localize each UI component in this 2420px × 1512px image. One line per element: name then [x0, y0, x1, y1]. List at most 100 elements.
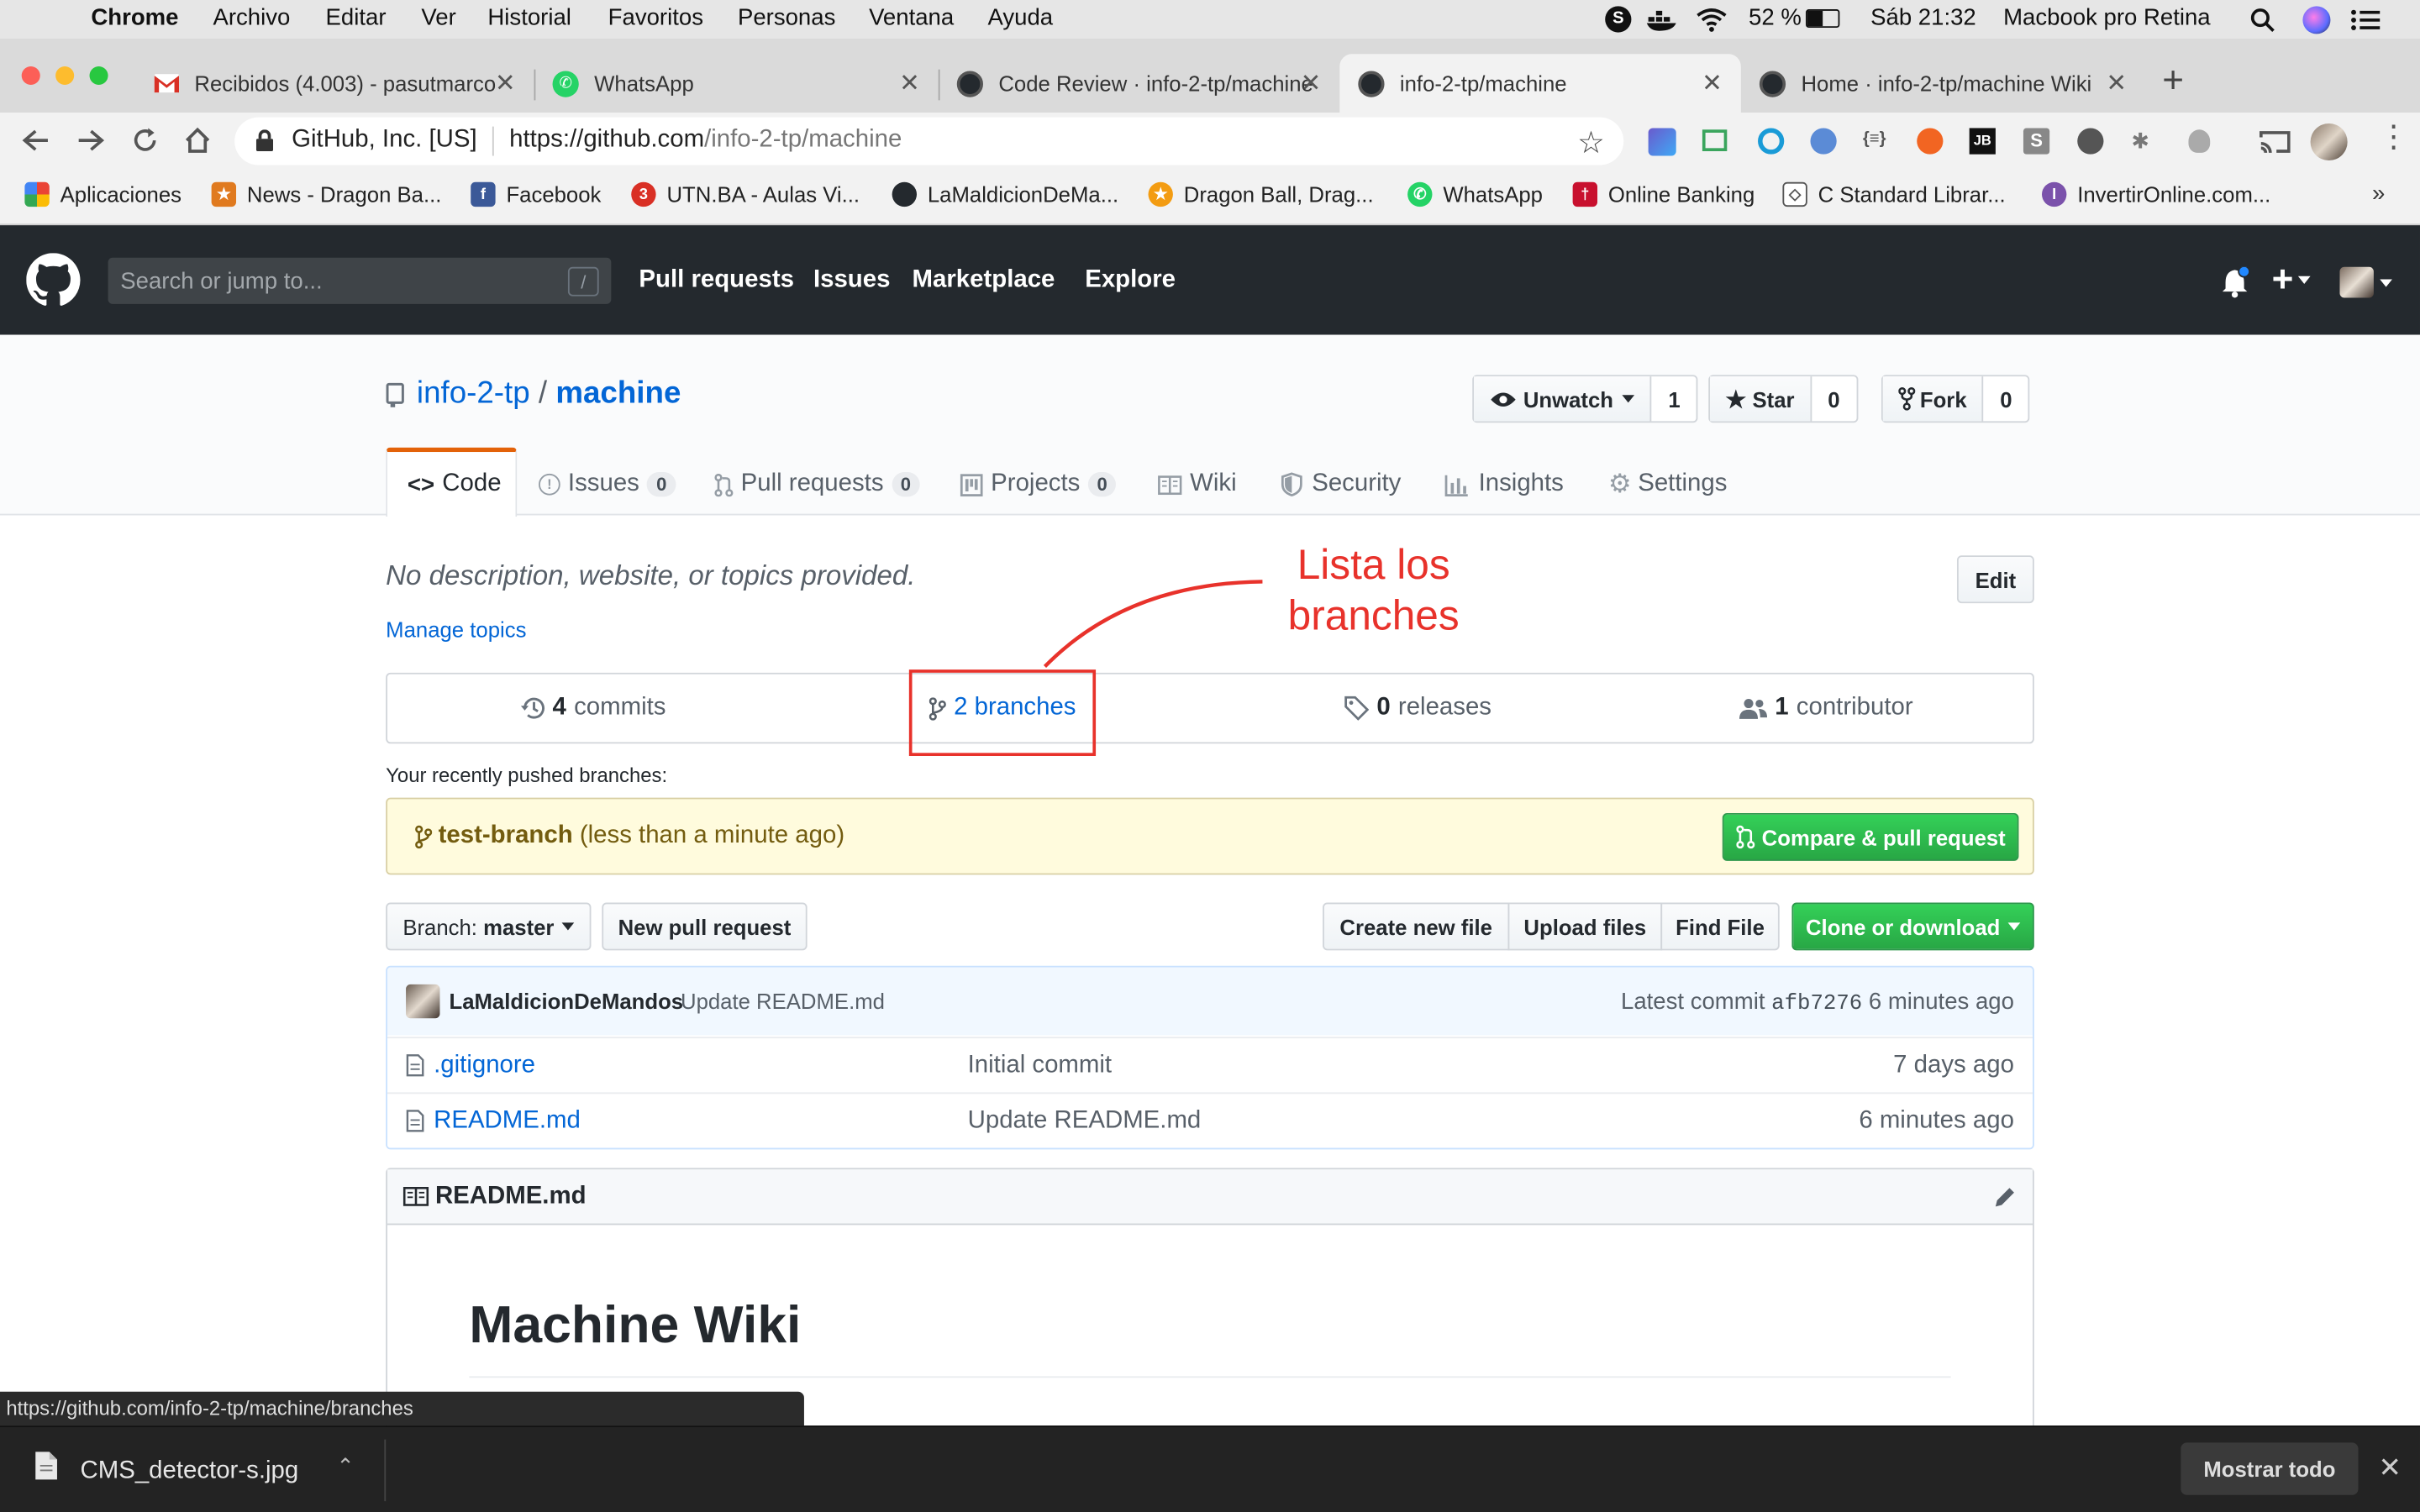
forks-count[interactable]: 0 [1984, 376, 2028, 421]
clone-download-button[interactable]: Clone or download [1791, 902, 2034, 951]
chrome-menu-icon[interactable]: ⋮ [2378, 122, 2409, 153]
menu-editar[interactable]: Editar [326, 5, 387, 31]
notifications-bell-icon[interactable] [2219, 266, 2250, 298]
menubar-clock[interactable]: Sáb 21:32 [1870, 5, 1976, 31]
window-minimize-icon[interactable] [55, 66, 75, 86]
spotlight-search-icon[interactable] [2250, 8, 2275, 33]
bookmarks-overflow-icon[interactable]: » [2372, 181, 2385, 207]
upload-files-button[interactable]: Upload files [1507, 902, 1663, 951]
manage-topics-link[interactable]: Manage topics [386, 617, 526, 642]
tab-security[interactable]: Security [1281, 454, 1401, 515]
menu-favoritos[interactable]: Favoritos [608, 5, 703, 31]
search-input[interactable]: Search or jump to... / [108, 257, 612, 304]
extension-react-icon[interactable] [1758, 128, 1785, 155]
tab-insights[interactable]: Insights [1444, 454, 1564, 515]
battery-icon[interactable] [1805, 9, 1840, 29]
bookmark-dragon-ball[interactable]: ★ Dragon Ball, Drag... [1148, 181, 1374, 207]
extension-jetbrains-icon[interactable]: JB [1969, 128, 1996, 155]
back-icon[interactable] [22, 128, 50, 152]
commit-sha[interactable]: afb7276 [1771, 992, 1862, 1016]
commit-author[interactable]: LaMaldicionDeMandos [449, 989, 683, 1013]
menu-ventana[interactable]: Ventana [869, 5, 954, 31]
fork-button[interactable]: Fork [1882, 376, 1984, 422]
extension-spider-icon[interactable]: ✱ [2132, 128, 2150, 154]
new-tab-icon[interactable]: + [2162, 60, 2184, 103]
unwatch-button[interactable]: Unwatch [1474, 376, 1652, 422]
file-commit-message[interactable]: Update README.md [968, 1108, 1202, 1136]
notification-center-icon[interactable] [2350, 8, 2381, 32]
tab-settings[interactable]: ⚙ Settings [1608, 454, 1728, 515]
profile-avatar[interactable] [2310, 123, 2348, 161]
omnibox[interactable]: GitHub, Inc. [US] https://github.com/inf… [234, 117, 1624, 165]
tab-repo-active[interactable]: info-2-tp/machine ✕ [1339, 54, 1741, 113]
readme-title[interactable]: README.md [435, 1184, 587, 1211]
new-pull-request-button[interactable]: New pull request [602, 902, 808, 951]
tab-code-review[interactable]: Code Review · info-2-tp/machine ✕ [939, 54, 1340, 113]
pencil-edit-icon[interactable] [1992, 1185, 2017, 1210]
show-all-downloads-button[interactable]: Mostrar todo [2181, 1442, 2359, 1495]
edit-description-button[interactable]: Edit [1956, 555, 2034, 604]
extension-json-icon[interactable]: {≡} [1863, 129, 1886, 148]
extension-s-icon[interactable]: S [2023, 128, 2050, 155]
tab-close-icon[interactable]: ✕ [495, 68, 516, 99]
extension-pen-icon[interactable] [1648, 128, 1676, 156]
star-button[interactable]: ★ Star [1710, 376, 1812, 422]
nav-pull-requests[interactable]: Pull requests [639, 267, 794, 295]
site-identity[interactable]: GitHub, Inc. [US] [292, 127, 476, 155]
home-icon[interactable] [184, 127, 212, 155]
recent-branch-name[interactable]: test-branch [439, 822, 573, 848]
window-zoom-icon[interactable] [89, 66, 108, 86]
lock-icon[interactable] [255, 129, 274, 151]
watchers-count[interactable]: 1 [1652, 376, 1697, 421]
window-close-icon[interactable] [21, 66, 40, 86]
skype-icon[interactable]: S [1605, 6, 1632, 33]
bookmark-invertironline[interactable]: I InvertirOnline.com... [2041, 181, 2270, 207]
close-shelf-icon[interactable]: ✕ [2378, 1452, 2402, 1484]
tab-gmail[interactable]: Recibidos (4.003) - pasutmarco ✕ [136, 54, 534, 113]
tab-projects[interactable]: Projects 0 [960, 454, 1117, 515]
tab-pull-requests[interactable]: Pull requests 0 [714, 454, 921, 515]
url-text[interactable]: https://github.com/info-2-tp/machine [509, 127, 902, 155]
menu-ver[interactable]: Ver [421, 5, 455, 31]
releases-link[interactable]: 0 releases [1344, 695, 1491, 722]
menu-app-name[interactable]: Chrome [91, 5, 178, 31]
tab-close-icon[interactable]: ✕ [1301, 68, 1322, 99]
extension-ghost-icon[interactable] [2188, 129, 2211, 153]
contributors-link[interactable]: 1 contributor [1739, 695, 1913, 722]
caret-down-icon[interactable] [2380, 279, 2392, 287]
tab-issues[interactable]: ! Issues 0 [539, 454, 676, 515]
menubar-machine-name[interactable]: Macbook pro Retina [2003, 5, 2211, 31]
nav-explore[interactable]: Explore [1085, 267, 1176, 295]
tab-close-icon[interactable]: ✕ [899, 68, 920, 99]
file-row[interactable]: README.md Update README.md 6 minutes ago [387, 1092, 2033, 1148]
repo-name-link[interactable]: machine [555, 376, 681, 410]
branch-select-menu[interactable]: Branch: master [386, 902, 592, 951]
bookmark-lamaldicion[interactable]: LaMaldicionDeMa... [892, 181, 1118, 207]
download-file-name[interactable]: CMS_detector-s.jpg [81, 1458, 299, 1486]
siri-icon[interactable] [2302, 6, 2331, 34]
commit-message[interactable]: Update README.md [681, 989, 885, 1013]
bookmark-utn[interactable]: 3 UTN.BA - Aulas Vi... [631, 181, 860, 207]
bookmark-news-dragon-ball[interactable]: ★ News - Dragon Ba... [211, 181, 441, 207]
find-file-button[interactable]: Find File [1660, 902, 1780, 951]
user-avatar[interactable] [2339, 266, 2374, 298]
file-name-link[interactable]: .gitignore [434, 1053, 535, 1080]
bookmark-c-standard-library[interactable]: ◇ C Standard Librar... [1782, 181, 2006, 207]
bookmark-whatsapp[interactable]: ✆ WhatsApp [1407, 181, 1543, 207]
tab-close-icon[interactable]: ✕ [2106, 68, 2127, 99]
tab-wiki[interactable]: Wiki [1158, 454, 1237, 515]
bookmark-aplicaciones[interactable]: Aplicaciones [24, 181, 182, 207]
docker-icon[interactable] [1645, 6, 1679, 32]
file-row[interactable]: .gitignore Initial commit 7 days ago [387, 1037, 2033, 1093]
bookmark-facebook[interactable]: f Facebook [471, 181, 601, 207]
file-commit-message[interactable]: Initial commit [968, 1053, 1112, 1080]
author-avatar[interactable] [406, 984, 440, 1019]
file-name-link[interactable]: README.md [434, 1108, 581, 1136]
tab-wiki[interactable]: Home · info-2-tp/machine Wiki ✕ [1741, 54, 2139, 113]
nav-issues[interactable]: Issues [813, 267, 890, 295]
extension-circle-icon[interactable] [1810, 128, 1837, 155]
extension-clock-icon[interactable] [2077, 128, 2104, 155]
bookmark-star-icon[interactable]: ☆ [1577, 123, 1605, 162]
create-new-icon[interactable]: + [2272, 260, 2294, 302]
tab-whatsapp[interactable]: ✆ WhatsApp ✕ [534, 54, 939, 113]
